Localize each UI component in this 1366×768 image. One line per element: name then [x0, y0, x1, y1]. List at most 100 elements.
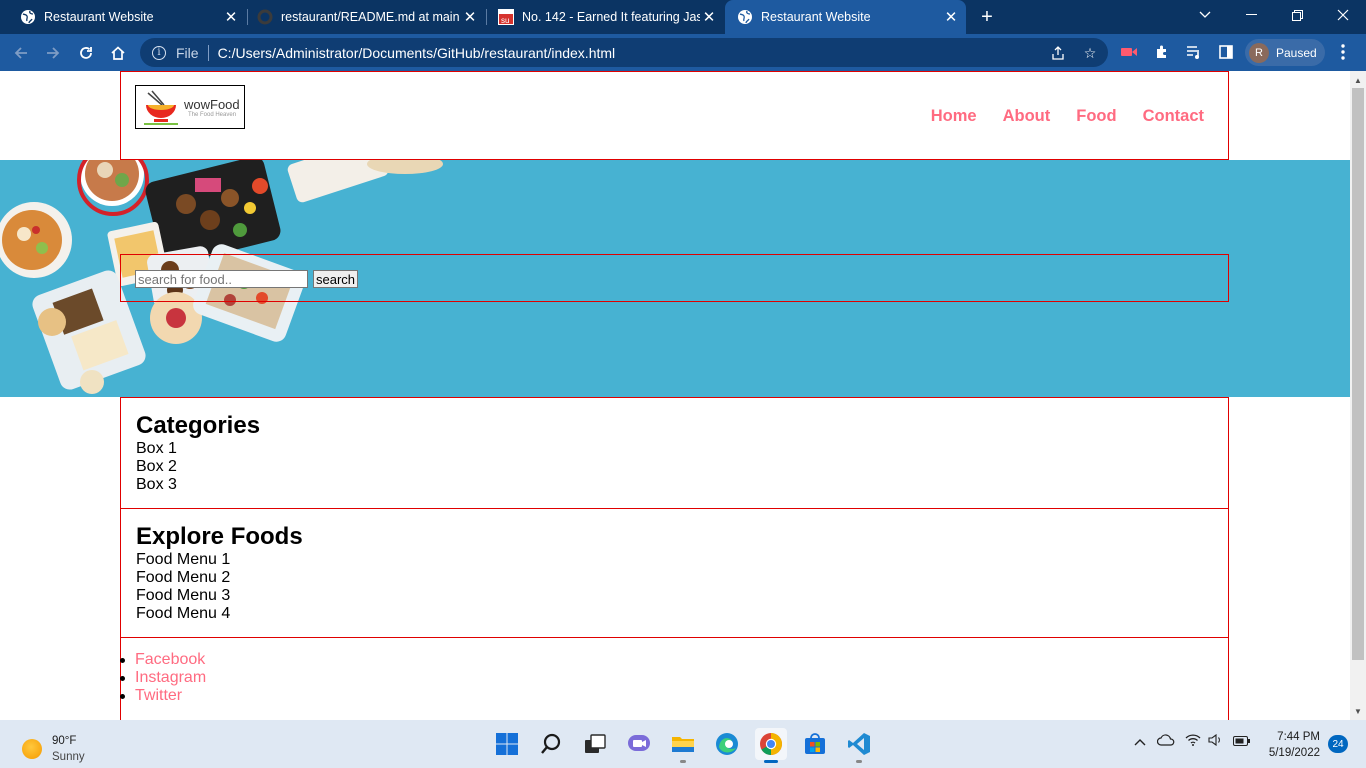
tab-title: Restaurant Website: [761, 10, 871, 24]
extension-video-icon[interactable]: [1120, 43, 1138, 61]
categories-title: Categories: [136, 412, 261, 439]
su-icon: su: [498, 9, 514, 25]
bookmark-star-icon[interactable]: ☆: [1081, 44, 1099, 62]
scroll-up-arrow-icon[interactable]: ▲: [1350, 72, 1366, 88]
site-header: wowFood The Food Heaven Home About Food …: [120, 71, 1229, 160]
file-explorer-icon[interactable]: [667, 728, 699, 763]
categories-section: Categories Box 1 Box 2 Box 3: [120, 397, 1229, 509]
volume-icon[interactable]: [1208, 733, 1224, 749]
food-search-input[interactable]: [135, 270, 308, 288]
profile-button[interactable]: R Paused: [1245, 39, 1325, 66]
close-tab-icon[interactable]: ✕: [942, 8, 960, 26]
tab-title: restaurant/README.md at main ·: [281, 10, 461, 24]
running-indicator: [764, 760, 778, 763]
forward-arrow-icon[interactable]: [40, 40, 66, 66]
search-icon[interactable]: [535, 728, 567, 760]
food-menu-item: Food Menu 2: [136, 569, 231, 586]
share-icon[interactable]: [1049, 44, 1067, 62]
list-item: Instagram: [120, 669, 1228, 687]
globe-icon: [737, 9, 753, 25]
weather-widget[interactable]: 90°F Sunny: [22, 733, 85, 765]
close-tab-icon[interactable]: ✕: [700, 8, 718, 26]
social-footer: Facebook Instagram Twitter: [120, 637, 1229, 720]
media-playlist-icon[interactable]: [1185, 43, 1203, 61]
chrome-icon[interactable]: [755, 728, 787, 763]
task-view-icon[interactable]: [579, 728, 611, 760]
clock-date: 5/19/2022: [1268, 747, 1320, 759]
wifi-icon[interactable]: [1185, 734, 1201, 749]
social-links-list: Facebook Instagram Twitter: [120, 651, 1228, 705]
globe-icon: [20, 9, 36, 25]
food-menu-item: Food Menu 3: [136, 587, 231, 604]
explore-foods-section: Explore Foods Food Menu 1 Food Menu 2 Fo…: [120, 508, 1229, 638]
svg-text:su: su: [501, 16, 509, 25]
twitter-link[interactable]: Twitter: [135, 687, 182, 704]
tab-search-chevron-icon[interactable]: [1182, 0, 1228, 30]
tab-restaurant-website-1[interactable]: Restaurant Website ✕: [0, 0, 246, 34]
tab-github-readme[interactable]: restaurant/README.md at main · ✕: [239, 0, 485, 34]
start-windows-icon[interactable]: [491, 728, 523, 760]
tab-restaurant-website-active[interactable]: Restaurant Website ✕: [725, 0, 966, 34]
logo-name: wowFood: [184, 96, 240, 112]
close-tab-icon[interactable]: ✕: [461, 8, 479, 26]
weather-condition: Sunny: [52, 751, 85, 763]
food-menu-item: Food Menu 4: [136, 605, 231, 622]
nav-food[interactable]: Food: [1076, 107, 1116, 126]
page-scrollbar[interactable]: ▲ ▼: [1350, 71, 1366, 720]
teams-chat-icon[interactable]: [623, 728, 655, 760]
facebook-link[interactable]: Facebook: [135, 651, 205, 668]
menu-kebab-icon[interactable]: [1334, 43, 1352, 61]
profile-status: Paused: [1276, 45, 1317, 60]
nav-contact[interactable]: Contact: [1143, 107, 1204, 126]
github-icon: [257, 9, 273, 25]
address-divider: [207, 44, 209, 61]
scroll-down-arrow-icon[interactable]: ▼: [1350, 703, 1366, 719]
browser-toolbar: i File C:/Users/Administrator/Documents/…: [0, 34, 1366, 71]
notification-badge[interactable]: 24: [1328, 735, 1348, 753]
windows-taskbar: 90°F Sunny 7:44 PM 5/19/2022 24: [0, 720, 1366, 768]
address-bar[interactable]: i File C:/Users/Administrator/Documents/…: [140, 38, 1108, 67]
battery-icon[interactable]: [1233, 734, 1251, 749]
reload-icon[interactable]: [73, 40, 99, 66]
info-icon[interactable]: i: [152, 45, 166, 60]
food-search-hero: search: [0, 160, 1350, 397]
tab-title: No. 142 - Earned It featuring Jaso: [522, 10, 700, 24]
restore-icon[interactable]: [1274, 0, 1320, 30]
instagram-link[interactable]: Instagram: [135, 669, 206, 686]
nav-home[interactable]: Home: [931, 107, 977, 126]
back-arrow-icon[interactable]: [8, 40, 34, 66]
nav-about[interactable]: About: [1003, 107, 1051, 126]
onedrive-cloud-icon[interactable]: [1156, 734, 1175, 749]
edge-browser-icon[interactable]: [711, 728, 743, 760]
page-viewport: wowFood The Food Heaven Home About Food …: [0, 71, 1350, 720]
vscode-icon[interactable]: [843, 728, 875, 763]
url-scheme: File: [176, 44, 199, 61]
search-box: search: [120, 254, 1229, 302]
main-nav: Home About Food Contact: [931, 107, 1204, 126]
url-text[interactable]: C:/Users/Administrator/Documents/GitHub/…: [218, 45, 616, 61]
minimize-icon[interactable]: [1228, 0, 1274, 30]
new-tab-plus-icon[interactable]: +: [975, 5, 999, 29]
side-panel-icon[interactable]: [1217, 43, 1235, 61]
bowl-logo-icon: [142, 89, 180, 125]
list-item: Facebook: [120, 651, 1228, 669]
weather-temp: 90°F: [52, 735, 77, 747]
list-item: Twitter: [120, 687, 1228, 705]
category-item: Box 2: [136, 458, 177, 475]
search-button[interactable]: search: [313, 270, 359, 288]
running-indicator: [680, 760, 686, 763]
tab-title: Restaurant Website: [44, 10, 154, 24]
clock-time: 7:44 PM: [1277, 731, 1320, 743]
tab-strip: Restaurant Website ✕ restaurant/README.m…: [0, 0, 1366, 34]
taskbar-clock[interactable]: 7:44 PM 5/19/2022: [1262, 729, 1320, 761]
microsoft-store-icon[interactable]: [799, 728, 831, 760]
site-logo[interactable]: wowFood The Food Heaven: [135, 85, 245, 129]
show-hidden-icons-chevron-icon[interactable]: [1134, 734, 1146, 749]
tab-earned-it[interactable]: su No. 142 - Earned It featuring Jaso ✕: [478, 0, 724, 34]
scrollbar-thumb[interactable]: [1352, 88, 1364, 660]
close-window-icon[interactable]: [1320, 0, 1366, 30]
extensions-puzzle-icon[interactable]: [1153, 43, 1171, 61]
sun-icon: [22, 739, 42, 759]
home-icon[interactable]: [105, 40, 131, 66]
close-tab-icon[interactable]: ✕: [222, 8, 240, 26]
